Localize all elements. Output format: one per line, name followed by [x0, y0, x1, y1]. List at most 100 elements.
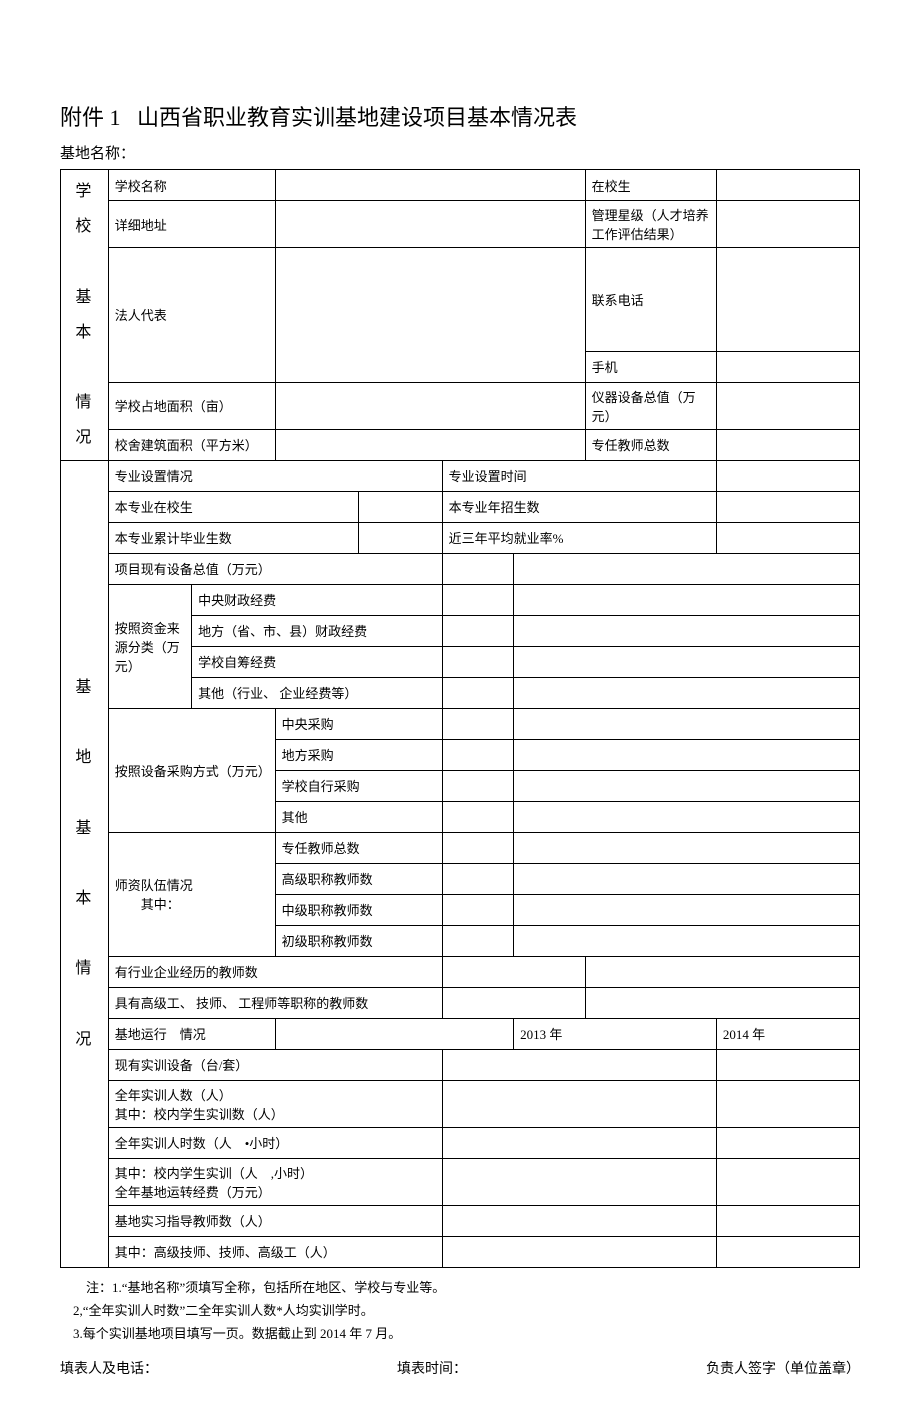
value-t-mid2[interactable] — [514, 894, 860, 925]
label-train-hours: 全年实训人时数（人 •小时） — [108, 1127, 442, 1158]
value-fund-school[interactable] — [442, 646, 514, 677]
value-fund-local2[interactable] — [514, 615, 860, 646]
value-t-mid[interactable] — [442, 894, 514, 925]
value-equip-sets-y2[interactable] — [716, 1049, 859, 1080]
value-purchase-school2[interactable] — [514, 770, 860, 801]
label-major-grad: 本专业累计毕业生数 — [108, 522, 358, 553]
label-train-people: 全年实训人数（人） 其中：校内学生实训数（人） — [108, 1080, 442, 1127]
value-t-junior[interactable] — [442, 925, 514, 956]
value-fund-other2[interactable] — [514, 677, 860, 708]
value-train-people-y1[interactable] — [442, 1080, 716, 1127]
label-building-area: 校舍建筑面积（平方米） — [108, 429, 275, 460]
value-guide-senior-y1[interactable] — [442, 1236, 716, 1267]
section-school-basic: 学校基本情况 — [61, 170, 109, 461]
value-guide-senior-y2[interactable] — [716, 1236, 859, 1267]
label-year2: 2014 年 — [716, 1018, 859, 1049]
value-fund-school2[interactable] — [514, 646, 860, 677]
footer-filler: 填表人及电话： — [60, 1358, 158, 1378]
label-guide-teachers: 基地实习指导教师数（人） — [108, 1205, 442, 1236]
label-t-senior: 高级职称教师数 — [275, 863, 442, 894]
value-purchase-other2[interactable] — [514, 801, 860, 832]
label-faculty: 师资队伍情况 其中： — [108, 832, 275, 956]
value-t-senior2[interactable] — [514, 863, 860, 894]
label-major-time: 专业设置时间 — [442, 460, 716, 491]
value-t-skill[interactable] — [442, 987, 585, 1018]
label-t-skill: 具有高级工、 技师、 工程师等职称的教师数 — [108, 987, 442, 1018]
value-mobile[interactable] — [716, 351, 859, 382]
label-fund-school: 学校自筹经费 — [192, 646, 442, 677]
value-train-hours-y2[interactable] — [716, 1127, 859, 1158]
value-purchase-central[interactable] — [442, 708, 514, 739]
value-t-industry[interactable] — [442, 956, 585, 987]
value-students-in[interactable] — [716, 170, 859, 201]
label-op: 基地运行 情况 — [108, 1018, 275, 1049]
value-t-fulltime[interactable] — [442, 832, 514, 863]
value-land-area[interactable] — [275, 382, 585, 429]
value-op-blank[interactable] — [275, 1018, 513, 1049]
value-t-junior2[interactable] — [514, 925, 860, 956]
label-avg-employ: 近三年平均就业率% — [442, 522, 716, 553]
value-guide-teachers-y2[interactable] — [716, 1205, 859, 1236]
label-train-in-hours: 其中：校内学生实训（人 ,小时） 全年基地运转经费（万元） — [108, 1158, 442, 1205]
value-t-fulltime2[interactable] — [514, 832, 860, 863]
value-equip-total[interactable] — [716, 382, 859, 429]
label-t-industry: 有行业企业经历的教师数 — [108, 956, 442, 987]
value-fulltime-teachers[interactable] — [716, 429, 859, 460]
value-equip-sets-y1[interactable] — [442, 1049, 716, 1080]
value-contact-tel[interactable] — [716, 248, 859, 352]
value-purchase-other[interactable] — [442, 801, 514, 832]
section-base-basic: 基地基本情况 — [61, 460, 109, 1267]
label-school-name: 学校名称 — [108, 170, 275, 201]
value-train-people-y2[interactable] — [716, 1080, 859, 1127]
footer-line: 填表人及电话： 填表时间： 负责人签字（单位盖章） — [60, 1358, 860, 1378]
label-purchase-other: 其他 — [275, 801, 442, 832]
label-year1: 2013 年 — [514, 1018, 717, 1049]
label-t-junior: 初级职称教师数 — [275, 925, 442, 956]
note-1: 注：1.“基地名称”须填写全称，包括所在地区、学校与专业等。 — [60, 1276, 860, 1299]
value-major-recruit[interactable] — [716, 491, 859, 522]
label-students-in: 在校生 — [585, 170, 716, 201]
note-2: 2,“全年实训人时数”二全年实训人数*人均实训学时。 — [60, 1299, 860, 1322]
value-mgmt-star[interactable] — [716, 201, 859, 248]
value-avg-employ[interactable] — [716, 522, 859, 553]
value-fund-central2[interactable] — [514, 584, 860, 615]
value-train-in-hours-y2[interactable] — [716, 1158, 859, 1205]
value-t-skill2[interactable] — [585, 987, 859, 1018]
value-purchase-school[interactable] — [442, 770, 514, 801]
value-major-grad[interactable] — [359, 522, 442, 553]
label-mgmt-star: 管理星级（人才培养工作评估结果） — [585, 201, 716, 248]
label-equip-total: 仪器设备总值（万元） — [585, 382, 716, 429]
value-purchase-local[interactable] — [442, 739, 514, 770]
label-legal-rep: 法人代表 — [108, 248, 275, 383]
label-purchase-method: 按照设备采购方式（万元） — [108, 708, 275, 832]
label-t-mid: 中级职称教师数 — [275, 894, 442, 925]
value-major-time[interactable] — [716, 460, 859, 491]
value-train-in-hours-y1[interactable] — [442, 1158, 716, 1205]
label-guide-senior: 其中：高级技师、技师、高级工（人） — [108, 1236, 442, 1267]
value-school-name[interactable] — [275, 170, 585, 201]
value-building-area[interactable] — [275, 429, 585, 460]
label-mobile: 手机 — [585, 351, 716, 382]
value-proj-equip-val2[interactable] — [514, 553, 860, 584]
value-fund-local[interactable] — [442, 615, 514, 646]
value-fund-other[interactable] — [442, 677, 514, 708]
label-purchase-local: 地方采购 — [275, 739, 442, 770]
value-fund-central[interactable] — [442, 584, 514, 615]
value-guide-teachers-y1[interactable] — [442, 1205, 716, 1236]
value-t-senior[interactable] — [442, 863, 514, 894]
value-proj-equip-val[interactable] — [442, 553, 514, 584]
base-name-label: 基地名称： — [60, 142, 860, 163]
value-purchase-central2[interactable] — [514, 708, 860, 739]
note-3: 3.每个实训基地项目填写一页。数据截止到 2014 年 7 月。 — [60, 1322, 860, 1345]
label-t-fulltime: 专任教师总数 — [275, 832, 442, 863]
value-t-industry2[interactable] — [585, 956, 859, 987]
label-purchase-central: 中央采购 — [275, 708, 442, 739]
value-train-hours-y1[interactable] — [442, 1127, 716, 1158]
value-legal-rep[interactable] — [275, 248, 585, 383]
value-purchase-local2[interactable] — [514, 739, 860, 770]
label-major-recruit: 本专业年招生数 — [442, 491, 716, 522]
label-fund-central: 中央财政经费 — [192, 584, 442, 615]
value-major-students[interactable] — [359, 491, 442, 522]
value-detail-addr[interactable] — [275, 201, 585, 248]
title-main: 山西省职业教育实训基地建设项目基本情况表 — [137, 105, 577, 130]
